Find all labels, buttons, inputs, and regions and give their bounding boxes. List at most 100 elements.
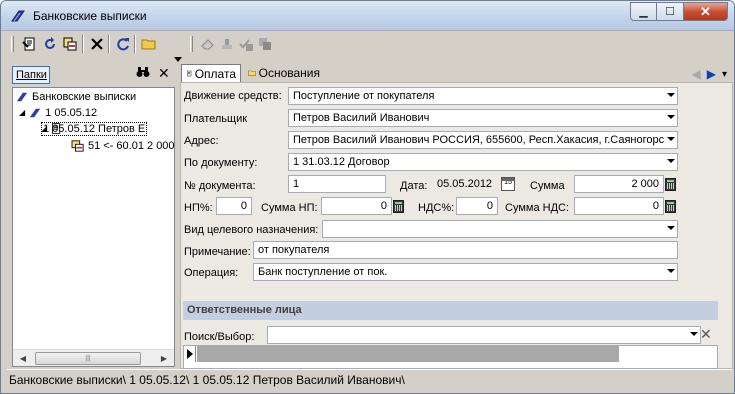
bank-statement-icon (11, 10, 25, 22)
current-row-arrow-icon (187, 349, 193, 359)
tab-grounds-label: Основания (258, 66, 320, 80)
doc-number-field[interactable]: 1 (288, 175, 386, 193)
np-sum-field[interactable]: 0 (321, 197, 392, 215)
document-icon (187, 70, 192, 77)
folders-panel: Папки ✕ Банковские выписки ◢ 1 05.05.12 … (9, 62, 176, 367)
toolbar-separator (134, 35, 136, 53)
chevron-down-icon[interactable] (667, 115, 675, 119)
window-controls: ▁ ☐ ✕ (630, 2, 728, 21)
current-row-indicator (184, 346, 196, 362)
tree-horizontal-scrollbar[interactable]: ◀ ||| ▶ (13, 349, 174, 366)
tree-item-selected[interactable]: ◢ 1 05.05.12 Петров Е (41, 121, 148, 136)
approve-icon (239, 39, 253, 51)
refresh-button[interactable] (114, 35, 132, 53)
copy-button[interactable] (61, 35, 79, 53)
document-panel: Оплата Основания ◀ ▶ ▾ Движение средств:… (180, 62, 733, 369)
toolbar-separator (108, 35, 110, 53)
stamp-button[interactable] (218, 35, 236, 53)
chevron-down-icon[interactable] (667, 269, 675, 273)
operation-select[interactable]: Банк поступление от пок. (253, 263, 678, 281)
toolbar (9, 32, 730, 56)
duplicate-button[interactable] (256, 35, 274, 53)
nds-percent-label: НДС%: (418, 202, 455, 214)
by-document-label: По документу: (184, 157, 258, 169)
address-select[interactable]: Петров Василий Иванович РОССИЯ, 655600, … (288, 131, 678, 149)
sum-label: Сумма (530, 180, 565, 192)
tab-grounds[interactable]: Основания (244, 64, 324, 82)
duplicate-icon (259, 38, 271, 50)
tree-item-label: Банковские выписки (32, 90, 137, 103)
tree-item[interactable]: ◢ 1 05.05.12 (19, 105, 97, 120)
date-field[interactable]: 05.05.2012 (432, 175, 498, 193)
delete-button[interactable] (88, 35, 106, 53)
folders-tree: Банковские выписки ◢ 1 05.05.12 ◢ 1 05.0… (12, 87, 175, 367)
tree-item-label: 51 <- 60.01 2 000 (88, 139, 175, 152)
scroll-left-arrow[interactable]: ◀ (15, 352, 31, 365)
folders-tab[interactable]: Папки (12, 66, 50, 84)
bank-statement-icon (30, 108, 41, 117)
scroll-right-arrow[interactable]: ▶ (156, 352, 172, 365)
approve-button[interactable] (237, 35, 255, 53)
calendar-icon[interactable]: 15 (501, 177, 515, 191)
edit-doc-icon (22, 37, 35, 51)
chevron-down-icon[interactable] (667, 93, 675, 97)
folder-icon (141, 39, 156, 50)
grid-header-row[interactable] (197, 346, 619, 362)
maximize-button[interactable]: ☐ (657, 2, 684, 21)
eraser-icon (201, 39, 214, 50)
open-folder-button[interactable] (140, 35, 158, 53)
scroll-thumb[interactable]: ||| (35, 352, 141, 365)
tab-payment[interactable]: Оплата (181, 64, 241, 82)
calculator-icon[interactable] (665, 200, 676, 213)
calculator-icon[interactable] (665, 178, 676, 191)
delete-icon (91, 38, 103, 50)
chevron-down-icon[interactable] (690, 332, 698, 336)
chevron-down-icon[interactable] (667, 159, 675, 163)
np-percent-field[interactable]: 0 (216, 197, 252, 215)
search-select[interactable] (267, 326, 701, 344)
copy-icon (63, 37, 77, 51)
calculator-icon[interactable] (393, 200, 404, 213)
note-label: Примечание: (184, 246, 251, 258)
purpose-select[interactable] (322, 220, 678, 238)
by-document-select[interactable]: 1 31.03.12 Договор (288, 153, 678, 171)
folders-close-button[interactable]: ✕ (158, 65, 170, 82)
chevron-down-icon[interactable] (667, 226, 675, 230)
purpose-label: Вид целевого назначения: (184, 224, 319, 236)
tree-item[interactable]: 51 <- 60.01 2 000 (71, 138, 175, 153)
tree-item[interactable]: Банковские выписки (15, 89, 136, 104)
undo-icon (45, 37, 55, 49)
note-field[interactable]: от покупателя (253, 241, 678, 259)
chevron-down-icon[interactable] (667, 137, 675, 141)
nds-percent-field[interactable]: 0 (456, 197, 498, 215)
eraser-button[interactable] (199, 35, 217, 53)
toolbar-grip[interactable] (190, 36, 193, 52)
title-bar[interactable]: Банковские выписки ▁ ☐ ✕ (1, 1, 734, 31)
previous-record-arrow-icon[interactable]: ◀ (692, 67, 701, 81)
movement-label: Движение средств: (184, 90, 282, 102)
edit-doc-button[interactable] (21, 35, 39, 53)
toolbar-grip[interactable] (11, 36, 14, 52)
sum-field[interactable]: 2 000 (574, 175, 664, 193)
nds-sum-label: Сумма НДС: (505, 202, 570, 214)
tree-item-label: 1 05.05.12 (45, 106, 98, 119)
minimize-button[interactable]: ▁ (630, 2, 657, 21)
undo-button[interactable] (41, 35, 59, 53)
toolbar-separator (82, 35, 84, 53)
movement-select[interactable]: Поступление от покупателя (288, 87, 678, 105)
nds-sum-field[interactable]: 0 (574, 197, 664, 215)
search-clear-button[interactable]: ✕ (700, 326, 712, 343)
responsible-grid[interactable] (183, 345, 718, 369)
nav-menu-arrow-icon[interactable]: ▾ (722, 69, 727, 80)
expand-arrow-icon: ◢ (19, 108, 26, 117)
tree-item-label: 1 05.05.12 Петров Е (41, 121, 148, 136)
payer-select[interactable]: Петров Василий Иванович (288, 109, 678, 127)
find-button[interactable] (136, 66, 150, 81)
address-value: Петров Василий Иванович РОССИЯ, 655600, … (293, 134, 665, 146)
folder-icon (248, 70, 256, 76)
payer-label: Плательщик (184, 113, 248, 125)
refresh-icon (117, 38, 129, 51)
close-button[interactable]: ✕ (684, 2, 728, 21)
next-record-arrow-icon[interactable]: ▶ (707, 67, 716, 81)
tab-payment-label: Оплата (194, 66, 236, 81)
